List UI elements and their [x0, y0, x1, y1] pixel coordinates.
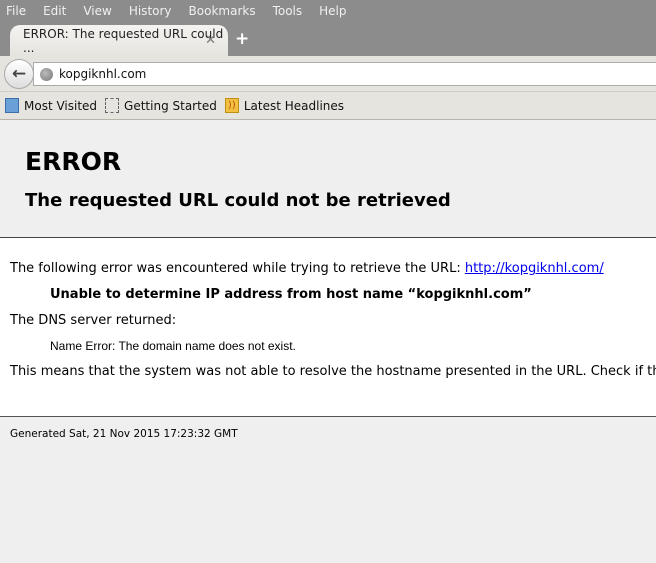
url-link[interactable]: http://kopgiknhl.com/: [465, 261, 604, 276]
tab-strip: ERROR: The requested URL could ... ✕ +: [0, 22, 656, 56]
dns-message: Name Error: The domain name does not exi…: [50, 339, 296, 353]
bookmark-latest-headlines[interactable]: )) Latest Headlines: [224, 98, 345, 113]
getting-started-icon: [105, 98, 120, 113]
url-bar[interactable]: kopgiknhl.com: [33, 62, 656, 86]
rss-feed-icon: )): [224, 98, 239, 113]
menu-edit[interactable]: Edit: [43, 4, 66, 18]
error-header: ERROR The requested URL could not be ret…: [0, 120, 656, 238]
menu-file[interactable]: File: [6, 4, 26, 18]
menu-bookmarks[interactable]: Bookmarks: [189, 4, 256, 18]
page-title: ERROR: [25, 147, 122, 176]
back-arrow-icon: ←: [11, 64, 27, 84]
nav-bar: kopgiknhl.com ←: [0, 56, 656, 92]
bookmark-label: Getting Started: [124, 98, 217, 113]
menu-view[interactable]: View: [83, 4, 111, 18]
intro-label: The following error was encountered whil…: [10, 261, 465, 276]
page-content: ERROR The requested URL could not be ret…: [0, 120, 656, 563]
bookmark-label: Latest Headlines: [243, 98, 345, 113]
tab-active[interactable]: ERROR: The requested URL could ... ✕: [10, 25, 228, 56]
menu-help[interactable]: Help: [319, 4, 346, 18]
close-tab-icon[interactable]: ✕: [205, 33, 216, 48]
globe-icon: [40, 67, 53, 81]
menu-history[interactable]: History: [129, 4, 172, 18]
footer-generated: Generated Sat, 21 Nov 2015 17:23:32 GMT: [10, 428, 238, 440]
bookmark-getting-started[interactable]: Getting Started: [105, 98, 217, 113]
error-body: The following error was encountered whil…: [0, 238, 656, 417]
most-visited-icon: [5, 98, 19, 113]
intro-text: The following error was encountered whil…: [10, 261, 656, 276]
error-message: Unable to determine IP address from host…: [50, 287, 532, 302]
dns-label: The DNS server returned:: [10, 313, 177, 328]
bookmark-label: Most Visited: [24, 98, 98, 113]
tab-title: ERROR: The requested URL could ...: [23, 26, 224, 55]
bookmark-most-visited[interactable]: Most Visited: [5, 98, 97, 113]
bookmarks-toolbar: Most Visited Getting Started )) Latest He…: [0, 92, 656, 120]
url-text[interactable]: kopgiknhl.com: [59, 67, 146, 81]
back-button[interactable]: ←: [4, 59, 34, 89]
page-subtitle: The requested URL could not be retrieved: [25, 190, 451, 211]
explanation-text: This means that the system was not able …: [10, 364, 656, 379]
menu-bar: File Edit View History Bookmarks Tools H…: [0, 0, 656, 22]
new-tab-button[interactable]: +: [235, 29, 249, 49]
menu-tools[interactable]: Tools: [273, 4, 303, 18]
